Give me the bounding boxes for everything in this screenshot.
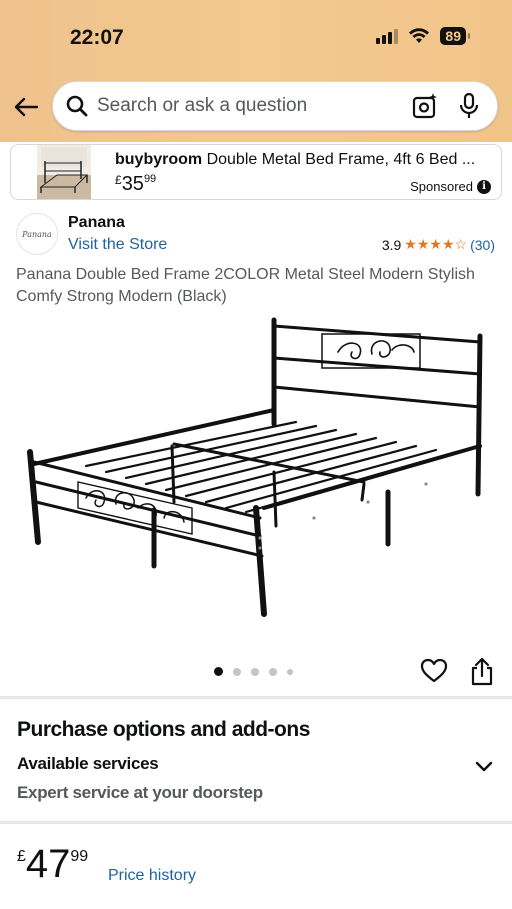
share-icon[interactable] (469, 657, 495, 687)
price-history-link[interactable]: Price history (108, 867, 196, 885)
carousel-dot[interactable] (251, 667, 259, 676)
price-whole: 47 (25, 842, 71, 886)
sponsored-text: Sponsored (410, 179, 473, 194)
star-icon: ★ (441, 236, 455, 252)
rating-count: (30) (470, 236, 495, 253)
chevron-down-icon[interactable] (474, 760, 494, 774)
sponsored-price-currency: £ (115, 173, 122, 187)
signal-icon (376, 28, 399, 44)
microphone-icon[interactable] (457, 92, 481, 120)
price-currency: £ (17, 848, 26, 865)
available-services-label: Available services (17, 754, 159, 773)
search-bar[interactable]: Search or ask a question (52, 81, 498, 131)
rating-value: 3.9 (381, 236, 402, 253)
sponsored-product-thumbnail (37, 145, 91, 199)
star-rating: ★★★★☆ (404, 236, 467, 253)
section-divider (0, 696, 512, 699)
visit-store-link[interactable]: Visit the Store (68, 236, 167, 254)
carousel-dot-active[interactable] (214, 667, 223, 676)
available-services-row[interactable]: Available services Expert service at you… (0, 748, 512, 808)
carousel-dot[interactable] (287, 668, 293, 675)
sponsored-ad-card[interactable]: buybyroom Double Metal Bed Frame, 4ft 6 … (10, 144, 502, 200)
brand-logo[interactable]: Panana (16, 213, 58, 255)
sponsored-seller: buybyroom (115, 151, 203, 168)
star-icon: ★ (416, 236, 430, 252)
status-icons: 89 (376, 27, 470, 45)
back-arrow-icon (14, 97, 38, 117)
star-icon: ☆ (454, 236, 468, 252)
heart-icon[interactable] (420, 657, 448, 685)
sponsored-price: £3599 (115, 173, 156, 196)
carousel-dot[interactable] (269, 667, 277, 676)
wifi-icon (409, 28, 430, 43)
app-header: 22:07 89 Search or ask a question (0, 0, 512, 142)
star-icon: ★ (404, 236, 417, 252)
product-price: £ 47 99 (17, 842, 88, 886)
price-fraction: 99 (70, 848, 89, 865)
image-carousel-dots[interactable] (214, 667, 293, 676)
product-image[interactable] (16, 312, 496, 644)
carousel-dot[interactable] (233, 667, 241, 676)
star-icon: ★ (429, 236, 442, 252)
section-divider (0, 821, 512, 824)
battery-icon: 89 (440, 27, 470, 45)
sponsored-price-whole: 35 (121, 173, 144, 195)
available-services-subtitle: Expert service at your doorstep (17, 783, 263, 802)
sponsored-price-fraction: 99 (143, 173, 157, 185)
product-title: Panana Double Bed Frame 2COLOR Metal Ste… (16, 266, 475, 305)
search-input[interactable]: Search or ask a question (97, 95, 411, 117)
back-button[interactable] (12, 93, 40, 121)
search-icon (66, 95, 88, 117)
status-time: 22:07 (70, 26, 124, 49)
rating-summary[interactable]: 3.9 ★★★★☆ (30) (382, 236, 495, 253)
sponsored-title: buybyroom Double Metal Bed Frame, 4ft 6 … (115, 151, 495, 169)
camera-icon[interactable] (411, 92, 439, 120)
purchase-options-heading: Purchase options and add-ons (17, 718, 310, 741)
sponsored-product-name: Double Metal Bed Frame, 4ft 6 Bed ... (206, 151, 476, 168)
brand-name: Panana (68, 214, 125, 231)
sponsored-label[interactable]: Sponsored i (410, 179, 491, 194)
info-icon[interactable]: i (477, 179, 491, 194)
